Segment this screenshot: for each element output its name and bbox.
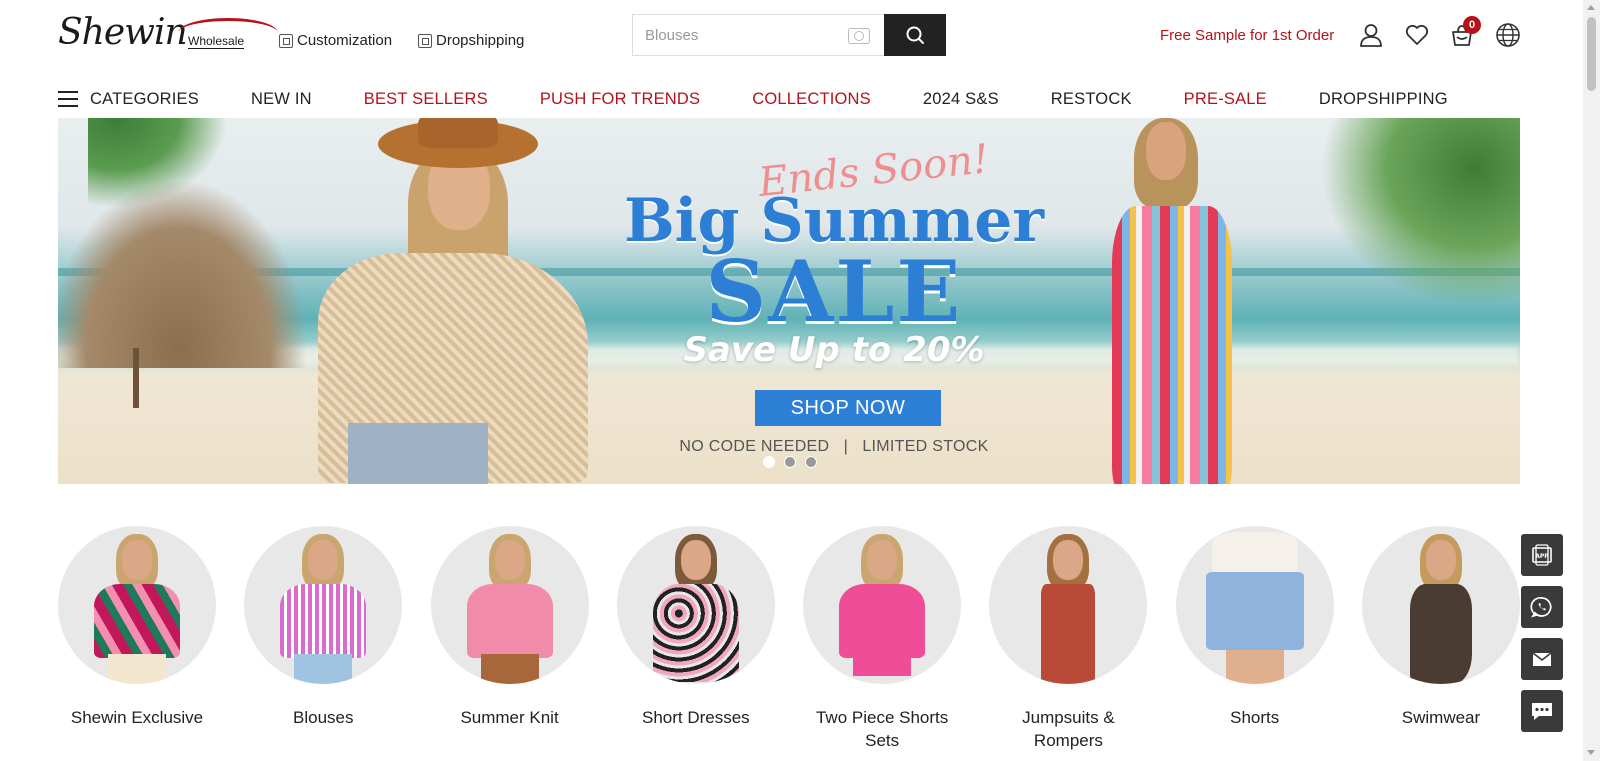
search-box — [632, 14, 884, 56]
nav-new-in[interactable]: NEW IN — [251, 90, 312, 109]
scroll-down-arrow[interactable] — [1587, 750, 1595, 755]
customization-label: Customization — [297, 32, 393, 49]
heart-icon — [1405, 24, 1429, 45]
hero-banner[interactable]: Ends Soon! Big Summer SALE Save Up to 20… — [58, 118, 1520, 484]
globe-icon — [1496, 23, 1520, 47]
customization-icon — [279, 33, 293, 48]
search-icon — [906, 26, 924, 44]
short-dress-icon — [616, 526, 775, 684]
nav-push-for-trends[interactable]: PUSH FOR TRENDS — [540, 90, 700, 109]
category-label: Two Piece Shorts Sets — [815, 708, 949, 750]
wishlist-button[interactable] — [1402, 20, 1432, 50]
whatsapp-icon — [1530, 597, 1552, 618]
whatsapp-button[interactable] — [1521, 586, 1563, 628]
carousel-dots — [763, 456, 817, 468]
user-icon — [1360, 24, 1382, 47]
category-blouses[interactable]: Blouses — [244, 526, 403, 752]
nav-categories-label: CATEGORIES — [90, 89, 199, 108]
scroll-thumb[interactable] — [1587, 17, 1596, 91]
category-label: Shorts — [1230, 708, 1280, 727]
scroll-up-arrow[interactable] — [1587, 5, 1595, 10]
category-label: Blouses — [293, 708, 354, 727]
email-button[interactable] — [1521, 638, 1563, 680]
category-summer-knit[interactable]: Summer Knit — [430, 526, 589, 752]
nav-2024-ss[interactable]: 2024 S&S — [923, 90, 999, 109]
category-two-piece-shorts-sets[interactable]: Two Piece Shorts Sets — [803, 526, 962, 752]
site-logo[interactable]: Shewin Wholesale — [58, 10, 278, 56]
category-label: Shewin Exclusive — [70, 708, 204, 727]
logo-text: Shewin — [58, 12, 188, 53]
nav-best-sellers[interactable]: BEST SELLERS — [364, 90, 488, 109]
category-jumpsuits-rompers[interactable]: Jumpsuits & Rompers — [989, 526, 1148, 752]
banner-note: NO CODE NEEDED | LIMITED STOCK — [679, 438, 989, 455]
cart-button[interactable]: 0 — [1447, 16, 1481, 50]
app-icon: APP — [1532, 544, 1552, 566]
category-short-dresses[interactable]: Short Dresses — [616, 526, 775, 752]
carousel-dot-3[interactable] — [805, 456, 817, 468]
shorts-set-icon — [803, 526, 962, 684]
knit-top-icon — [430, 526, 589, 684]
site-header: Shewin Wholesale Customization Dropshipp… — [0, 0, 1583, 70]
denim-shorts-icon — [1175, 526, 1334, 684]
main-nav: CATEGORIES NEW IN BEST SELLERS PUSH FOR … — [58, 84, 1500, 114]
email-icon — [1532, 652, 1552, 666]
swimwear-icon — [1361, 526, 1520, 684]
search-input[interactable] — [633, 15, 884, 55]
carousel-dot-1[interactable] — [763, 456, 775, 468]
jumpsuit-icon — [989, 526, 1148, 684]
category-shewin-exclusive[interactable]: Shewin Exclusive — [58, 526, 216, 752]
page-scrollbar[interactable] — [1583, 0, 1600, 761]
search-button[interactable] — [884, 14, 946, 56]
category-shorts[interactable]: Shorts — [1175, 526, 1334, 752]
nav-categories[interactable]: CATEGORIES — [58, 90, 199, 109]
dropshipping-label: Dropshipping — [436, 32, 525, 49]
banner-sale: SALE — [705, 242, 963, 341]
dropshipping-icon — [418, 33, 432, 48]
app-download-button[interactable]: APP — [1521, 534, 1563, 576]
search-bar — [632, 14, 946, 56]
language-button[interactable] — [1493, 20, 1523, 50]
free-sample-link[interactable]: Free Sample for 1st Order — [1160, 27, 1334, 44]
nav-pre-sale[interactable]: PRE-SALE — [1184, 90, 1267, 109]
customization-link[interactable]: Customization — [279, 32, 392, 49]
svg-text:APP: APP — [1535, 553, 1549, 560]
nav-restock[interactable]: RESTOCK — [1051, 90, 1132, 109]
category-label: Swimwear — [1401, 708, 1481, 727]
banner-save: Save Up to 20% — [683, 330, 985, 370]
logo-subtitle: Wholesale — [188, 34, 245, 49]
chat-icon — [1532, 703, 1552, 720]
nav-collections[interactable]: COLLECTIONS — [752, 90, 871, 109]
category-swimwear[interactable]: Swimwear — [1361, 526, 1520, 752]
nav-dropshipping[interactable]: DROPSHIPPING — [1319, 90, 1448, 109]
account-button[interactable] — [1356, 20, 1386, 50]
menu-icon — [58, 91, 78, 107]
dropshipping-link[interactable]: Dropshipping — [418, 32, 524, 49]
category-label: Summer Knit — [460, 708, 559, 727]
chat-button[interactable] — [1521, 690, 1563, 732]
shop-now-button[interactable]: SHOP NOW — [755, 390, 941, 426]
camera-icon[interactable] — [848, 28, 870, 44]
striped-blouse-icon — [244, 526, 403, 684]
category-row: Shewin Exclusive Blouses Summer Knit Sho… — [58, 526, 1520, 752]
cart-count-badge: 0 — [1463, 16, 1481, 34]
carousel-dot-2[interactable] — [784, 456, 796, 468]
floral-blouse-icon — [58, 526, 216, 684]
category-label: Jumpsuits & Rompers — [1022, 708, 1115, 750]
category-label: Short Dresses — [641, 708, 750, 727]
